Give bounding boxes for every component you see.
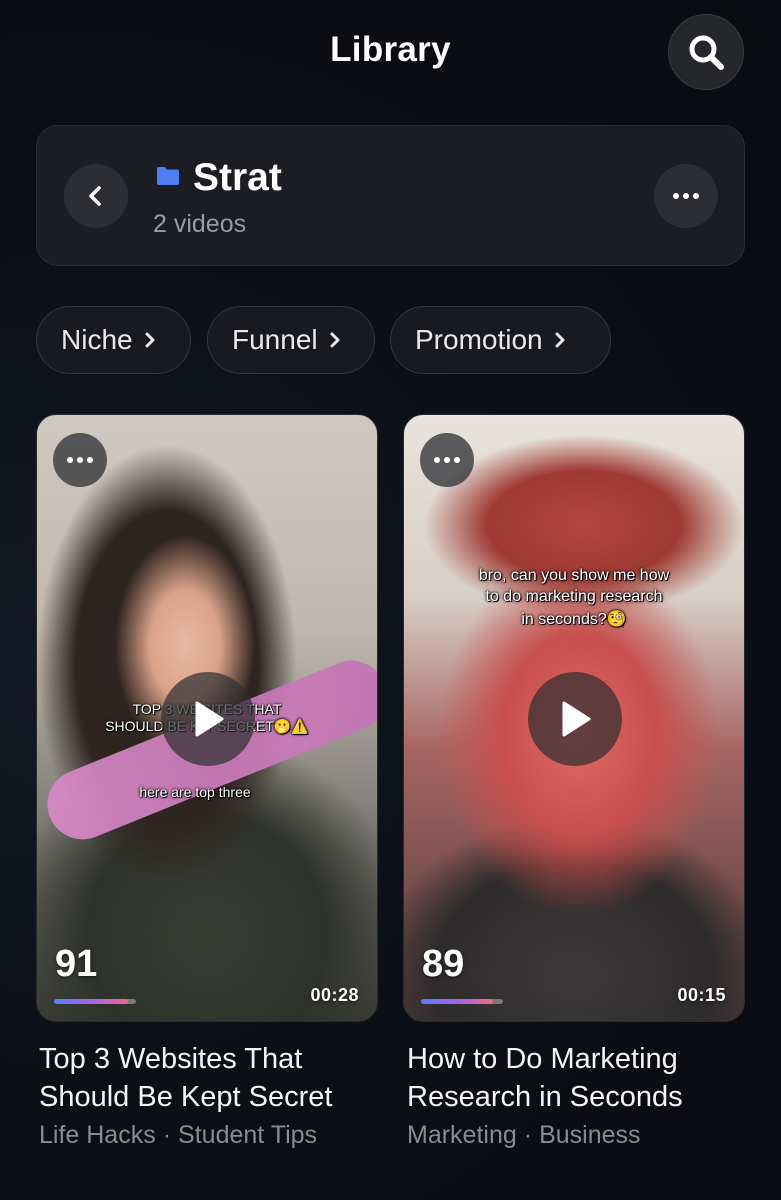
video-tag[interactable]: Business	[539, 1121, 640, 1149]
page-title: Library	[330, 30, 451, 69]
more-horizontal-icon	[673, 193, 699, 199]
top-bar: Library	[0, 0, 781, 110]
folder-more-button[interactable]	[654, 164, 718, 228]
play-icon	[562, 701, 591, 737]
tag-separator: ·	[162, 1121, 172, 1149]
filter-chip-label: Niche	[61, 324, 133, 355]
folder-header-card: Strat 2 videos	[36, 125, 745, 266]
video-more-button[interactable]	[53, 433, 107, 487]
video-caption: here are top three	[139, 784, 251, 800]
filter-chip-niche[interactable]: Niche	[36, 306, 191, 374]
video-tag[interactable]: Marketing	[407, 1121, 517, 1149]
more-horizontal-icon	[434, 457, 460, 463]
play-button[interactable]	[528, 672, 622, 766]
folder-video-count: 2 videos	[153, 210, 247, 238]
play-button[interactable]	[161, 672, 255, 766]
video-title[interactable]: How to Do Marketing Research in Seconds	[407, 1040, 752, 1116]
chevron-left-icon	[89, 186, 101, 206]
filter-chip-funnel[interactable]: Funnel	[207, 306, 375, 374]
chevron-right-icon	[553, 330, 567, 350]
video-duration: 00:15	[677, 985, 726, 1005]
video-progress-bar	[421, 999, 503, 1004]
video-card[interactable]: TOP 3 WE SITES THAT SHOULD BE K T SECRET…	[36, 414, 378, 1022]
video-caption: to do marketing research	[485, 588, 663, 605]
search-icon	[689, 35, 724, 70]
play-icon	[195, 701, 224, 737]
filter-chip-promotion[interactable]: Promotion	[390, 306, 611, 374]
more-horizontal-icon	[67, 457, 93, 463]
video-progress-bar	[54, 999, 136, 1004]
search-button[interactable]	[668, 14, 744, 90]
video-card[interactable]: bro, can you show me how to do marketing…	[403, 414, 745, 1022]
video-tags: Marketing · Business	[407, 1121, 641, 1150]
video-duration: 00:28	[310, 985, 359, 1005]
video-more-button[interactable]	[420, 433, 474, 487]
back-button[interactable]	[64, 164, 128, 228]
chevron-right-icon	[328, 330, 342, 350]
video-tag[interactable]: Life Hacks	[39, 1121, 156, 1149]
tag-separator: ·	[523, 1121, 533, 1149]
folder-icon	[157, 167, 179, 185]
video-title[interactable]: Top 3 Websites That Should Be Kept Secre…	[39, 1040, 384, 1116]
video-caption: bro, can you show me how	[478, 567, 670, 584]
video-tags: Life Hacks · Student Tips	[39, 1121, 317, 1150]
folder-name: Strat	[193, 156, 282, 199]
chevron-right-icon	[143, 330, 157, 350]
video-tag[interactable]: Student Tips	[178, 1121, 317, 1149]
video-score: 91	[55, 943, 98, 985]
filter-chip-label: Funnel	[232, 324, 318, 355]
video-caption: in seconds?🧐	[521, 611, 627, 628]
filter-chip-label: Promotion	[415, 324, 543, 355]
video-score: 89	[422, 943, 465, 985]
